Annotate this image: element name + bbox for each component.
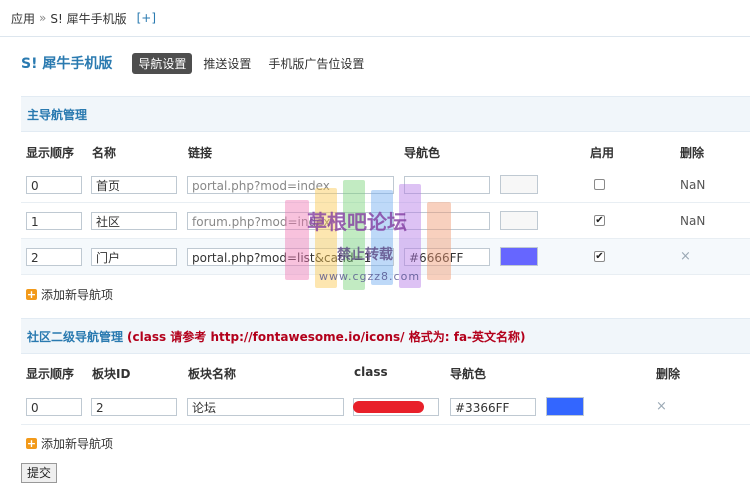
sub-nav-heading: 社区二级导航管理 (class 请参考 http://fontawesome.i… [21, 318, 750, 354]
add-sub-nav-label: 添加新导航项 [41, 437, 114, 451]
tab-ad-settings[interactable]: 手机版广告位设置 [262, 53, 370, 74]
add-main-nav-link[interactable]: + 添加新导航项 [26, 286, 113, 303]
order-input[interactable]: 0 [26, 398, 82, 416]
add-shortcut-link[interactable]: [+] [137, 11, 156, 25]
col-enabled: 启用 [590, 146, 615, 160]
plus-icon: + [26, 288, 37, 301]
breadcrumb-current: S! 犀牛手机版 [50, 11, 127, 26]
redaction-mark [353, 401, 424, 413]
sub-nav-class-note: (class 请参考 http://fontawesome.io/icons/ … [127, 329, 526, 344]
color-swatch[interactable] [500, 211, 538, 230]
col-forum-name: 板块名称 [188, 367, 237, 381]
order-input[interactable]: 0 [26, 176, 82, 194]
tab-push-settings[interactable]: 推送设置 [197, 53, 257, 74]
submit-button[interactable]: 提交 [21, 463, 58, 483]
plugin-title: S! 犀牛手机版 [21, 56, 113, 72]
col-nav-color: 导航色 [404, 146, 441, 160]
col-order: 显示顺序 [26, 367, 75, 381]
delete-value: NaN [680, 178, 706, 192]
name-input[interactable]: 社区 [91, 212, 177, 230]
col-delete: 删除 [656, 367, 681, 381]
color-swatch[interactable] [500, 247, 538, 266]
enable-checkbox[interactable] [594, 179, 605, 190]
nav-color-input[interactable] [404, 212, 490, 230]
order-input[interactable]: 2 [26, 248, 82, 266]
breadcrumb: 应用 » S! 犀牛手机版 [+] [0, 0, 750, 37]
name-input[interactable]: 门户 [91, 248, 177, 266]
name-input[interactable]: 首页 [91, 176, 177, 194]
link-input[interactable]: portal.php?mod=index [187, 176, 394, 194]
col-link: 链接 [188, 146, 213, 160]
col-forum-id: 板块ID [92, 367, 131, 381]
add-main-nav-label: 添加新导航项 [41, 288, 114, 302]
enable-checkbox[interactable]: ✔ [594, 215, 605, 226]
delete-row-button[interactable]: × [680, 249, 691, 264]
link-input[interactable]: portal.php?mod=list&catid=1 [187, 248, 394, 266]
breadcrumb-separator: » [39, 11, 47, 25]
plus-icon: + [26, 437, 37, 450]
add-sub-nav-link[interactable]: + 添加新导航项 [26, 435, 113, 452]
nav-color-input[interactable]: #3366FF [450, 398, 536, 416]
color-swatch[interactable] [500, 175, 538, 194]
main-nav-heading-text: 主导航管理 [27, 107, 88, 122]
col-name: 名称 [92, 146, 117, 160]
col-delete: 删除 [680, 146, 705, 160]
color-swatch[interactable] [546, 397, 584, 416]
nav-color-input[interactable]: #6666FF [404, 248, 490, 266]
main-nav-heading: 主导航管理 [21, 96, 750, 132]
delete-row-button[interactable]: × [656, 399, 667, 414]
order-input[interactable]: 1 [26, 212, 82, 230]
tab-nav-settings[interactable]: 导航设置 [132, 52, 193, 74]
col-order: 显示顺序 [26, 146, 75, 160]
plugin-header: S! 犀牛手机版 导航设置 推送设置 手机版广告位设置 [0, 37, 750, 89]
delete-value: NaN [680, 214, 706, 228]
nav-color-input[interactable] [404, 176, 490, 194]
forum-id-input[interactable]: 2 [91, 398, 177, 416]
breadcrumb-root[interactable]: 应用 [11, 10, 35, 27]
sub-nav-heading-text: 社区二级导航管理 [27, 329, 124, 344]
enable-checkbox[interactable]: ✔ [594, 251, 605, 262]
link-input[interactable]: forum.php?mod=index [187, 212, 394, 230]
col-class: class [354, 365, 388, 379]
forum-name-input[interactable]: 论坛 [187, 398, 344, 416]
col-nav-color: 导航色 [450, 367, 487, 381]
